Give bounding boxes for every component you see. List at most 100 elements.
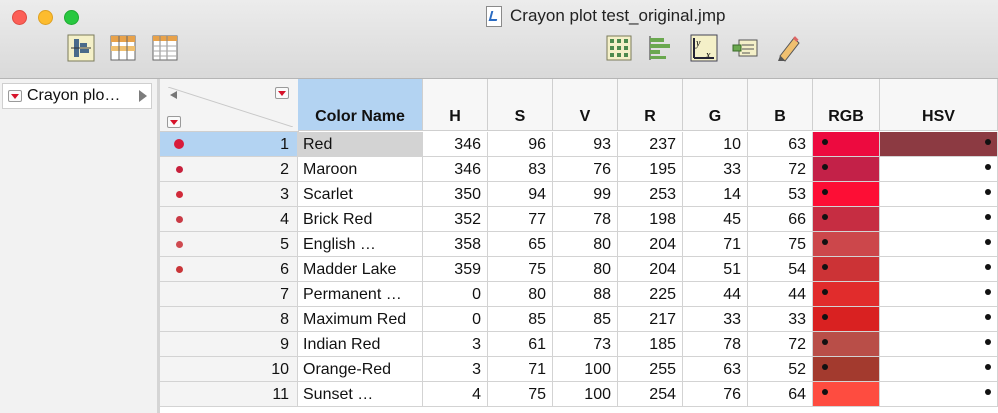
cell-s[interactable]: 94 bbox=[488, 182, 553, 207]
column-header-h[interactable]: H bbox=[423, 79, 488, 131]
expand-arrow-icon[interactable] bbox=[139, 90, 147, 102]
cell-v[interactable]: 93 bbox=[553, 132, 618, 157]
cell-s[interactable]: 83 bbox=[488, 157, 553, 182]
cell-b[interactable]: 52 bbox=[748, 357, 813, 382]
cell-r[interactable]: 255 bbox=[618, 357, 683, 382]
cell-name[interactable]: Orange-Red bbox=[298, 357, 423, 382]
cell-v[interactable]: 99 bbox=[553, 182, 618, 207]
cell-h[interactable]: 0 bbox=[423, 282, 488, 307]
cell-name[interactable]: Red bbox=[298, 132, 423, 157]
cell-rgb-swatch[interactable] bbox=[813, 357, 880, 382]
cell-rgb-swatch[interactable] bbox=[813, 232, 880, 257]
table-row[interactable]: 10 Orange-Red 3 71 100 255 63 52 bbox=[160, 357, 998, 382]
cell-rgb-swatch[interactable] bbox=[813, 282, 880, 307]
cell-r[interactable]: 253 bbox=[618, 182, 683, 207]
cell-name[interactable]: Brick Red bbox=[298, 207, 423, 232]
bar-chart-icon[interactable] bbox=[646, 34, 674, 62]
column-header-rgb[interactable]: RGB bbox=[813, 79, 880, 131]
table-row[interactable]: 7 Permanent … 0 80 88 225 44 44 bbox=[160, 282, 998, 307]
cell-name[interactable]: English … bbox=[298, 232, 423, 257]
cell-hsv-swatch[interactable] bbox=[880, 382, 998, 407]
cell-g[interactable]: 14 bbox=[683, 182, 748, 207]
cell-b[interactable]: 72 bbox=[748, 332, 813, 357]
cell-s[interactable]: 80 bbox=[488, 282, 553, 307]
cell-s[interactable]: 75 bbox=[488, 257, 553, 282]
cell-rgb-swatch[interactable] bbox=[813, 257, 880, 282]
cell-hsv-swatch[interactable] bbox=[880, 157, 998, 182]
cell-h[interactable]: 350 bbox=[423, 182, 488, 207]
column-header-hsv[interactable]: HSV bbox=[880, 79, 998, 131]
cell-g[interactable]: 44 bbox=[683, 282, 748, 307]
row-number-cell[interactable]: 3 bbox=[160, 182, 298, 207]
column-header-v[interactable]: V bbox=[553, 79, 618, 131]
cell-h[interactable]: 352 bbox=[423, 207, 488, 232]
cell-h[interactable]: 3 bbox=[423, 357, 488, 382]
cell-r[interactable]: 225 bbox=[618, 282, 683, 307]
cell-v[interactable]: 73 bbox=[553, 332, 618, 357]
cell-name[interactable]: Scarlet bbox=[298, 182, 423, 207]
cell-r[interactable]: 204 bbox=[618, 257, 683, 282]
table-row[interactable]: 1 Red 346 96 93 237 10 63 bbox=[160, 132, 998, 157]
cell-h[interactable]: 3 bbox=[423, 332, 488, 357]
cell-s[interactable]: 77 bbox=[488, 207, 553, 232]
cell-rgb-swatch[interactable] bbox=[813, 157, 880, 182]
cell-r[interactable]: 254 bbox=[618, 382, 683, 407]
cell-r[interactable]: 237 bbox=[618, 132, 683, 157]
row-number-cell[interactable]: 7 bbox=[160, 282, 298, 307]
cell-r[interactable]: 185 bbox=[618, 332, 683, 357]
cell-v[interactable]: 78 bbox=[553, 207, 618, 232]
cell-rgb-swatch[interactable] bbox=[813, 182, 880, 207]
cell-s[interactable]: 71 bbox=[488, 357, 553, 382]
row-number-cell[interactable]: 10 bbox=[160, 357, 298, 382]
cell-b[interactable]: 64 bbox=[748, 382, 813, 407]
cell-b[interactable]: 54 bbox=[748, 257, 813, 282]
column-header-name[interactable]: Color Name bbox=[298, 79, 423, 131]
table-row[interactable]: 2 Maroon 346 83 76 195 33 72 bbox=[160, 157, 998, 182]
close-window-button[interactable] bbox=[12, 10, 27, 25]
cell-r[interactable]: 198 bbox=[618, 207, 683, 232]
cell-hsv-swatch[interactable] bbox=[880, 307, 998, 332]
cell-h[interactable]: 4 bbox=[423, 382, 488, 407]
cell-rgb-swatch[interactable] bbox=[813, 382, 880, 407]
columns-red-triangle-icon[interactable] bbox=[275, 87, 289, 99]
cell-v[interactable]: 85 bbox=[553, 307, 618, 332]
cell-h[interactable]: 0 bbox=[423, 307, 488, 332]
pencil-icon[interactable] bbox=[774, 34, 802, 62]
tabulate-icon[interactable] bbox=[109, 34, 137, 62]
cell-g[interactable]: 33 bbox=[683, 157, 748, 182]
table-row[interactable]: 5 English … 358 65 80 204 71 75 bbox=[160, 232, 998, 257]
row-number-cell[interactable]: 1 bbox=[160, 132, 298, 157]
cell-b[interactable]: 75 bbox=[748, 232, 813, 257]
cell-r[interactable]: 195 bbox=[618, 157, 683, 182]
cell-s[interactable]: 61 bbox=[488, 332, 553, 357]
cell-rgb-swatch[interactable] bbox=[813, 132, 880, 157]
cell-hsv-swatch[interactable] bbox=[880, 232, 998, 257]
cell-s[interactable]: 85 bbox=[488, 307, 553, 332]
cell-rgb-swatch[interactable] bbox=[813, 307, 880, 332]
cell-v[interactable]: 80 bbox=[553, 257, 618, 282]
cell-s[interactable]: 96 bbox=[488, 132, 553, 157]
cell-b[interactable]: 66 bbox=[748, 207, 813, 232]
cell-name[interactable]: Permanent … bbox=[298, 282, 423, 307]
row-number-cell[interactable]: 11 bbox=[160, 382, 298, 407]
cell-hsv-swatch[interactable] bbox=[880, 182, 998, 207]
table-row[interactable]: 11 Sunset … 4 75 100 254 76 64 bbox=[160, 382, 998, 407]
cell-hsv-swatch[interactable] bbox=[880, 332, 998, 357]
cell-v[interactable]: 100 bbox=[553, 357, 618, 382]
cell-name[interactable]: Sunset … bbox=[298, 382, 423, 407]
row-number-cell[interactable]: 2 bbox=[160, 157, 298, 182]
cell-hsv-swatch[interactable] bbox=[880, 207, 998, 232]
cell-g[interactable]: 45 bbox=[683, 207, 748, 232]
red-triangle-menu-icon[interactable] bbox=[8, 90, 22, 102]
cell-b[interactable]: 53 bbox=[748, 182, 813, 207]
row-number-cell[interactable]: 6 bbox=[160, 257, 298, 282]
column-header-r[interactable]: R bbox=[618, 79, 683, 131]
cell-v[interactable]: 100 bbox=[553, 382, 618, 407]
column-header-g[interactable]: G bbox=[683, 79, 748, 131]
cell-g[interactable]: 76 bbox=[683, 382, 748, 407]
table-row[interactable]: 4 Brick Red 352 77 78 198 45 66 bbox=[160, 207, 998, 232]
minimize-window-button[interactable] bbox=[38, 10, 53, 25]
cell-h[interactable]: 346 bbox=[423, 157, 488, 182]
cell-hsv-swatch[interactable] bbox=[880, 357, 998, 382]
cell-name[interactable]: Indian Red bbox=[298, 332, 423, 357]
